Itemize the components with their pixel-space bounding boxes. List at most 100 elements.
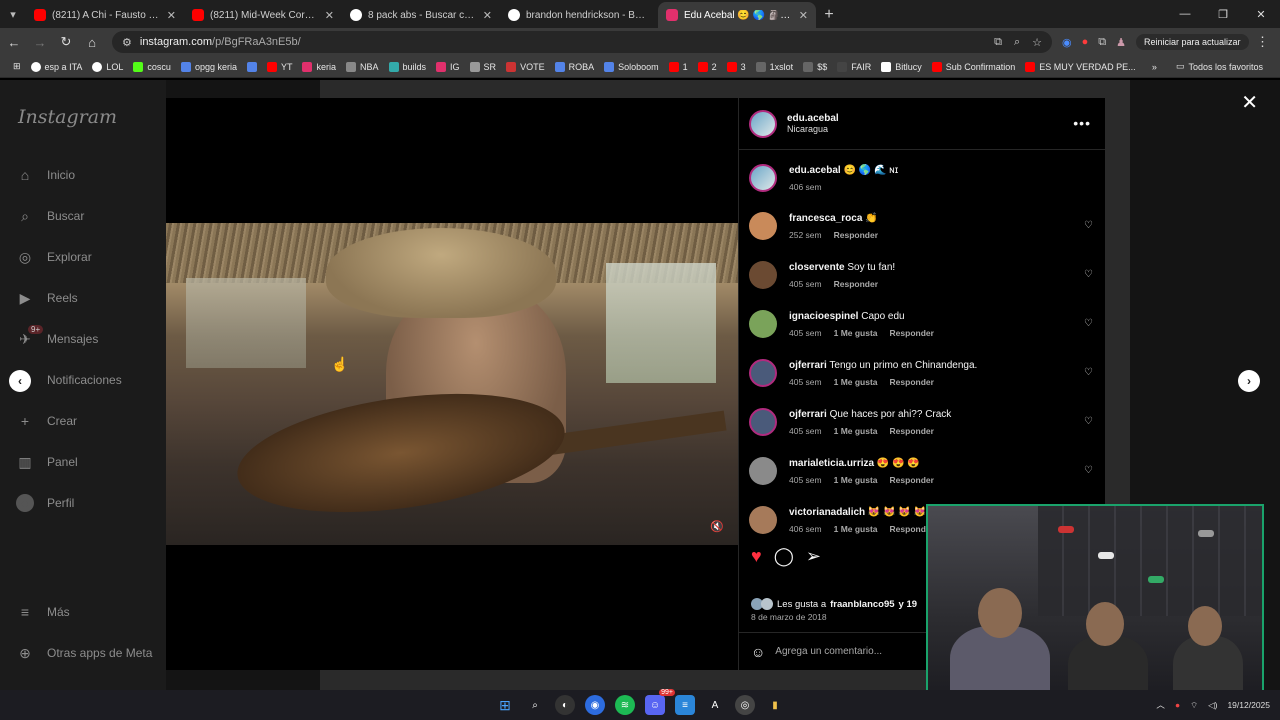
clock-date[interactable]: 19/12/2025 bbox=[1227, 700, 1270, 710]
all-favorites-folder[interactable]: ▭ Todos los favoritos bbox=[1171, 61, 1268, 72]
comment-username[interactable]: francesca_roca bbox=[789, 213, 862, 224]
reply-button[interactable]: Responder bbox=[890, 377, 934, 387]
reply-button[interactable]: Responder bbox=[890, 475, 934, 485]
author-avatar[interactable] bbox=[749, 164, 777, 192]
bookmark-item[interactable]: ROBA bbox=[550, 61, 600, 72]
close-tab-icon[interactable]: ✕ bbox=[483, 9, 492, 22]
close-window-icon[interactable]: ✕ bbox=[1242, 0, 1280, 28]
browser-tab-active[interactable]: Edu Acebal 😊 🌎 🗿 🌊 (@edu ✕ bbox=[658, 2, 816, 28]
commenter-avatar[interactable] bbox=[749, 261, 777, 289]
notepad-icon[interactable]: ≡ bbox=[675, 695, 695, 715]
bookmark-item[interactable]: coscu bbox=[128, 61, 176, 72]
restore-icon[interactable]: ❐ bbox=[1204, 0, 1242, 28]
steam-icon[interactable]: ◐ bbox=[555, 695, 575, 715]
emoji-icon[interactable]: ☺ bbox=[751, 644, 765, 660]
liked-heart-icon[interactable]: ♥ bbox=[751, 546, 762, 567]
like-comment-heart-icon[interactable]: ♡ bbox=[1084, 318, 1093, 329]
home-icon[interactable]: ⌂ bbox=[80, 30, 104, 54]
install-app-icon[interactable]: ⧉ bbox=[994, 36, 1002, 49]
likes-summary[interactable]: Les gusta a fraanblanco95 y 19 bbox=[751, 598, 917, 610]
muted-speaker-icon[interactable]: 🔇 bbox=[710, 520, 724, 533]
bookmark-item[interactable] bbox=[242, 61, 262, 72]
nav-mas[interactable]: ≡ Más bbox=[16, 603, 70, 621]
bookmark-star-icon[interactable]: ☆ bbox=[1032, 36, 1042, 49]
comment-likes[interactable]: 1 Me gusta bbox=[834, 524, 878, 534]
text-editor-icon[interactable]: A bbox=[705, 695, 725, 715]
bookmark-item[interactable]: YT bbox=[262, 61, 298, 72]
minimize-icon[interactable]: — bbox=[1166, 0, 1204, 28]
more-options-icon[interactable]: ••• bbox=[1073, 115, 1091, 131]
comment-likes[interactable]: 1 Me gusta bbox=[834, 426, 878, 436]
browser-tab-3[interactable]: 8 pack abs - Buscar con Google ✕ bbox=[342, 2, 500, 28]
commenter-avatar[interactable] bbox=[749, 457, 777, 485]
kebab-menu-icon[interactable]: ⋮ bbox=[1251, 30, 1275, 54]
nav-buscar[interactable]: ⌕ Buscar bbox=[16, 207, 84, 225]
restart-update-button[interactable]: Reiniciar para actualizar bbox=[1136, 34, 1249, 50]
bookmark-item[interactable]: IG bbox=[431, 61, 465, 72]
nav-inicio[interactable]: ⌂ Inicio bbox=[16, 166, 75, 184]
commenter-avatar[interactable] bbox=[749, 506, 777, 534]
tray-chevron-icon[interactable]: ︿ bbox=[1156, 699, 1165, 711]
commenter-avatar[interactable] bbox=[749, 310, 777, 338]
likes-username[interactable]: fraanblanco95 bbox=[830, 599, 894, 610]
bookmark-item[interactable]: keria bbox=[297, 61, 341, 72]
close-tab-icon[interactable]: ✕ bbox=[799, 9, 808, 22]
chevron-right-icon[interactable]: » bbox=[1152, 62, 1157, 72]
previous-post-arrow-icon[interactable]: ‹ bbox=[9, 370, 31, 392]
bookmark-item[interactable]: VOTE bbox=[501, 61, 550, 72]
bookmark-item[interactable]: Sub Confirmation bbox=[927, 61, 1021, 72]
bookmark-item[interactable]: Soloboom bbox=[599, 61, 664, 72]
comment-likes[interactable]: 1 Me gusta bbox=[834, 328, 878, 338]
nav-crear[interactable]: + Crear bbox=[16, 412, 77, 430]
caption-username[interactable]: edu.acebal bbox=[789, 165, 841, 176]
file-explorer-icon[interactable]: ▮ bbox=[765, 695, 785, 715]
bookmark-item[interactable]: $$ bbox=[798, 61, 832, 72]
bookmark-item[interactable]: 1xslot bbox=[751, 61, 799, 72]
forward-icon[interactable]: → bbox=[28, 30, 52, 54]
likes-count[interactable]: y 19 bbox=[899, 599, 918, 610]
reply-button[interactable]: Responder bbox=[834, 230, 878, 240]
nav-meta-apps[interactable]: ⊕ Otras apps de Meta bbox=[16, 644, 152, 662]
next-post-arrow-icon[interactable]: › bbox=[1238, 370, 1260, 392]
bookmark-item[interactable]: 3 bbox=[722, 61, 751, 72]
share-icon[interactable]: ➢ bbox=[806, 546, 821, 567]
author-avatar[interactable] bbox=[749, 109, 777, 138]
network-icon[interactable]: ⌔ bbox=[1190, 700, 1198, 711]
comment-username[interactable]: ojferrari bbox=[789, 360, 827, 371]
bookmark-item[interactable]: LOL bbox=[87, 61, 128, 72]
bookmark-item[interactable]: FAIR bbox=[832, 61, 876, 72]
browser-tab-1[interactable]: (8211) A Chi - Fausto Leali - Yo ✕ bbox=[26, 2, 184, 28]
new-tab-button[interactable]: + bbox=[816, 2, 842, 28]
like-comment-heart-icon[interactable]: ♡ bbox=[1084, 465, 1093, 476]
post-video-area[interactable]: ☝ 🔇 bbox=[166, 98, 738, 670]
extension-icon[interactable]: ◉ bbox=[1062, 36, 1072, 49]
comment-username[interactable]: marialeticia.urriza bbox=[789, 458, 874, 469]
back-icon[interactable]: ← bbox=[2, 30, 26, 54]
browser-tab-2[interactable]: (8211) Mid-Week Core 🔥 Let's ✕ bbox=[184, 2, 342, 28]
nav-notificaciones[interactable]: ♡Notificaciones bbox=[16, 371, 122, 389]
post-video[interactable]: ☝ 🔇 bbox=[166, 223, 738, 545]
close-tab-icon[interactable]: ✕ bbox=[167, 9, 176, 22]
bookmark-item[interactable]: NBA bbox=[341, 61, 384, 72]
comment-likes[interactable]: 1 Me gusta bbox=[834, 475, 878, 485]
profile-avatar[interactable]: ♟ bbox=[1116, 36, 1126, 49]
reply-button[interactable]: Responder bbox=[890, 426, 934, 436]
instagram-logo[interactable]: Instagram bbox=[18, 106, 117, 128]
site-info-icon[interactable]: ⚙ bbox=[122, 36, 132, 49]
app-icon[interactable]: ◎ bbox=[735, 695, 755, 715]
spotify-icon[interactable]: ≋ bbox=[615, 695, 635, 715]
bookmark-item[interactable]: SR bbox=[465, 61, 502, 72]
nav-reels[interactable]: ▶ Reels bbox=[16, 289, 78, 307]
search-icon[interactable]: ⌕ bbox=[525, 695, 545, 715]
apps-grid-icon[interactable]: ⊞ bbox=[8, 61, 26, 72]
comment-username[interactable]: ojferrari bbox=[789, 409, 827, 420]
comment-icon[interactable]: ◯ bbox=[774, 546, 794, 567]
close-modal-icon[interactable]: ✕ bbox=[1241, 90, 1258, 115]
commenter-avatar[interactable] bbox=[749, 359, 777, 387]
bookmark-item[interactable]: Bitlucy bbox=[876, 61, 927, 72]
zoom-icon[interactable]: ⌕ bbox=[1014, 36, 1020, 49]
tray-app-icon[interactable]: ● bbox=[1175, 700, 1180, 710]
windows-start-icon[interactable]: ⊞ bbox=[495, 695, 515, 715]
browser-tab-4[interactable]: brandon hendrickson - Buscar c bbox=[500, 2, 658, 28]
bookmark-item[interactable]: builds bbox=[384, 61, 432, 72]
